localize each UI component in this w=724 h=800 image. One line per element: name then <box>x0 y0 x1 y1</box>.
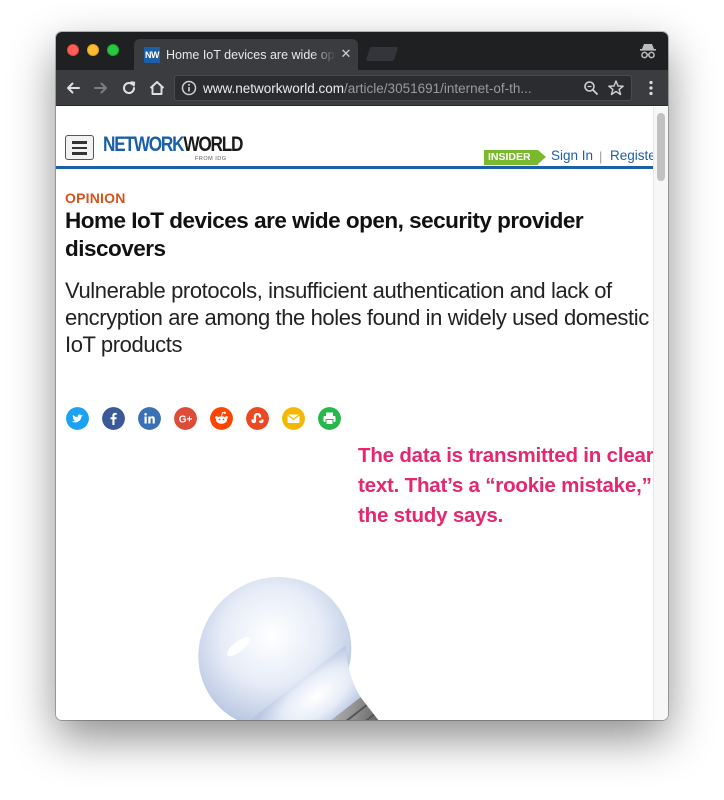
page-viewport: NETWORKWORLD FROM IDG INSIDER Sign In | … <box>56 107 668 720</box>
logo-network-text: NETWORK <box>103 133 185 156</box>
svg-text:G+: G+ <box>179 415 193 426</box>
reddit-icon[interactable] <box>210 407 233 430</box>
browser-toolbar: www.networkworld.com/article/3051691/int… <box>56 70 668 106</box>
lightbulb-image <box>198 577 398 720</box>
logo-subtitle: FROM IDG <box>195 156 227 162</box>
star-icon[interactable] <box>607 79 625 97</box>
header-divider <box>56 166 653 169</box>
sign-in-link[interactable]: Sign In <box>551 148 593 163</box>
twitter-icon[interactable] <box>66 407 89 430</box>
hamburger-menu-icon[interactable] <box>65 135 94 160</box>
url-text[interactable]: www.networkworld.com/article/3051691/int… <box>203 80 583 98</box>
tab-active[interactable]: NW Home IoT devices are wide open ✕ <box>134 39 358 70</box>
tab-title: Home IoT devices are wide open <box>166 47 336 63</box>
article-headline: Home IoT devices are wide open, security… <box>65 208 584 261</box>
email-icon[interactable] <box>282 407 305 430</box>
networkworld-favicon-icon: NW <box>144 47 160 63</box>
window-maximize-button[interactable] <box>107 44 119 56</box>
networkworld-logo[interactable]: NETWORKWORLD FROM IDG <box>103 133 243 163</box>
menu-dots-icon[interactable] <box>642 79 660 97</box>
insider-badge[interactable]: INSIDER <box>484 150 546 165</box>
browser-window: NW Home IoT devices are wide open ✕ www.… <box>56 32 668 720</box>
logo-world-text: WORLD <box>183 133 243 156</box>
print-icon[interactable] <box>318 407 341 430</box>
info-icon[interactable] <box>181 80 197 96</box>
stumbleupon-icon[interactable] <box>246 407 269 430</box>
register-link[interactable]: Register <box>610 148 653 163</box>
address-bar[interactable]: www.networkworld.com/article/3051691/int… <box>174 75 632 101</box>
google-plus-icon[interactable]: G+ <box>174 407 197 430</box>
new-tab-button[interactable] <box>365 47 399 61</box>
url-path: /article/3051691/internet-of-th... <box>344 81 532 96</box>
linkedin-icon[interactable] <box>138 407 161 430</box>
annotation-callout: The data is transmitted in clear text. T… <box>358 444 654 527</box>
facebook-icon[interactable] <box>102 407 125 430</box>
article-kicker[interactable]: OPINION <box>65 190 126 206</box>
incognito-icon[interactable] <box>638 41 658 61</box>
back-arrow-icon[interactable] <box>64 79 82 97</box>
vertical-scrollbar[interactable] <box>653 107 668 720</box>
site-header: NETWORKWORLD FROM IDG INSIDER Sign In | … <box>56 107 653 169</box>
logo-wordmark: NETWORKWORLD <box>103 133 243 156</box>
window-minimize-button[interactable] <box>87 44 99 56</box>
tab-strip: NW Home IoT devices are wide open ✕ <box>56 32 668 70</box>
home-icon[interactable] <box>148 79 166 97</box>
share-bar: G+ <box>66 407 346 431</box>
window-close-button[interactable] <box>67 44 79 56</box>
header-separator: | <box>599 149 603 164</box>
zoom-icon[interactable] <box>583 80 599 96</box>
forward-arrow-icon[interactable] <box>92 79 110 97</box>
article-dek: Vulnerable protocols, insufficient authe… <box>65 278 649 357</box>
url-domain: www.networkworld.com <box>203 81 345 96</box>
tab-close-icon[interactable]: ✕ <box>339 45 353 63</box>
scrollbar-thumb[interactable] <box>657 113 665 181</box>
reload-icon[interactable] <box>120 79 138 97</box>
